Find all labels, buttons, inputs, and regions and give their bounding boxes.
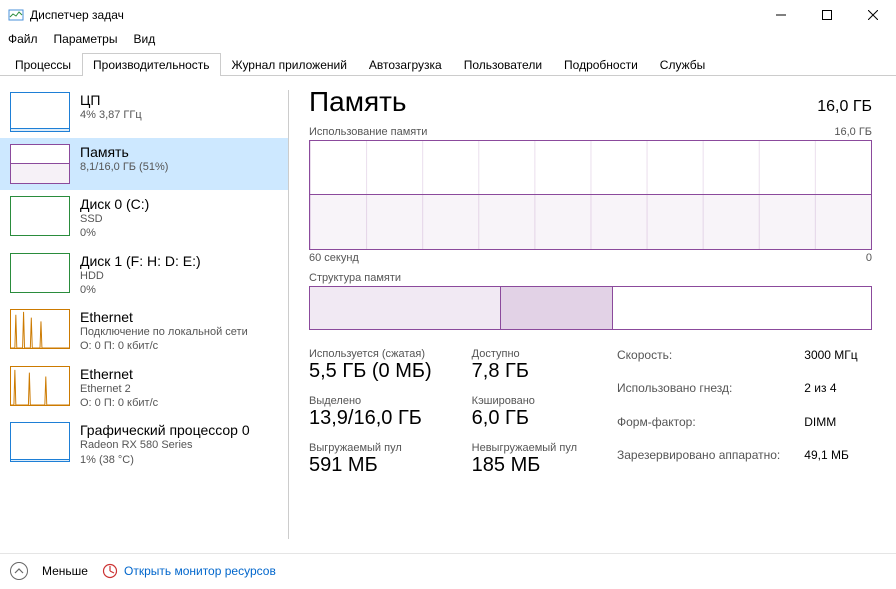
- footer: Меньше Открыть монитор ресурсов: [0, 553, 896, 587]
- sidebar-eth0[interactable]: Ethernet Подключение по локальной сети О…: [0, 303, 288, 360]
- fewer-details-button[interactable]: Меньше: [42, 564, 88, 578]
- hw-val: 49,1 МБ: [804, 448, 857, 477]
- maximize-button[interactable]: [804, 0, 850, 30]
- sidebar-eth1-title: Ethernet: [80, 366, 158, 382]
- tab-processes[interactable]: Процессы: [4, 53, 82, 76]
- sidebar-gpu-title: Графический процессор 0: [80, 422, 250, 438]
- sidebar-gpu-sub1: Radeon RX 580 Series: [80, 438, 250, 452]
- sidebar-disk1-title: Диск 1 (F: H: D: E:): [80, 253, 201, 269]
- inuse-value: 5,5 ГБ (0 МБ): [309, 360, 432, 383]
- sidebar-gpu-sub2: 1% (38 °C): [80, 453, 250, 467]
- slots-val: 2 из 4: [804, 381, 857, 410]
- gpu-thumb-icon: [10, 422, 70, 462]
- cached-label: Кэшировано: [472, 395, 577, 407]
- tab-performance[interactable]: Производительность: [82, 53, 220, 76]
- window-title: Диспетчер задач: [30, 8, 758, 22]
- inuse-label: Используется (сжатая): [309, 348, 432, 360]
- sidebar-cpu-title: ЦП: [80, 92, 142, 108]
- sidebar-eth1-sub2: О: 0 П: 0 кбит/с: [80, 396, 158, 410]
- sidebar-disk1-sub2: 0%: [80, 283, 201, 297]
- paged-value: 591 МБ: [309, 454, 432, 477]
- cpu-thumb-icon: [10, 92, 70, 132]
- sidebar-cpu[interactable]: ЦП 4% 3,87 ГГц: [0, 86, 288, 138]
- speed-key: Скорость:: [617, 348, 780, 377]
- paged-label: Выгружаемый пул: [309, 442, 432, 454]
- sidebar-disk0[interactable]: Диск 0 (C:) SSD 0%: [0, 190, 288, 247]
- menu-options[interactable]: Параметры: [54, 32, 118, 46]
- eth0-thumb-icon: [10, 309, 70, 349]
- tab-startup[interactable]: Автозагрузка: [358, 53, 453, 76]
- memory-thumb-icon: [10, 144, 70, 184]
- detail-pane: Память 16,0 ГБ Использование памяти 16,0…: [289, 76, 896, 553]
- sidebar-disk0-sub2: 0%: [80, 226, 149, 240]
- memory-properties: Скорость: 3000 МГц Использовано гнезд: 2…: [617, 348, 858, 477]
- sidebar-eth0-title: Ethernet: [80, 309, 248, 325]
- disk0-thumb-icon: [10, 196, 70, 236]
- usage-label: Использование памяти: [309, 126, 427, 138]
- sidebar-disk0-title: Диск 0 (C:): [80, 196, 149, 212]
- avail-value: 7,8 ГБ: [472, 360, 577, 383]
- detail-title: Память: [309, 86, 407, 118]
- sidebar-gpu[interactable]: Графический процессор 0 Radeon RX 580 Se…: [0, 416, 288, 473]
- close-button[interactable]: [850, 0, 896, 30]
- sidebar-eth1[interactable]: Ethernet Ethernet 2 О: 0 П: 0 кбит/с: [0, 360, 288, 417]
- sidebar: ЦП 4% 3,87 ГГц Память 8,1/16,0 ГБ (51%) …: [0, 76, 288, 553]
- sidebar-disk1-sub1: HDD: [80, 269, 201, 283]
- committed-label: Выделено: [309, 395, 432, 407]
- sidebar-disk1[interactable]: Диск 1 (F: H: D: E:) HDD 0%: [0, 247, 288, 304]
- app-icon: [8, 7, 24, 23]
- disk1-thumb-icon: [10, 253, 70, 293]
- tab-history[interactable]: Журнал приложений: [221, 53, 358, 76]
- avail-label: Доступно: [472, 348, 577, 360]
- sidebar-eth1-sub1: Ethernet 2: [80, 382, 158, 396]
- sidebar-memory-sub: 8,1/16,0 ГБ (51%): [80, 160, 168, 174]
- memory-usage-graph: [309, 140, 872, 250]
- tab-details[interactable]: Подробности: [553, 53, 649, 76]
- sidebar-memory[interactable]: Память 8,1/16,0 ГБ (51%): [0, 138, 288, 190]
- committed-value: 13,9/16,0 ГБ: [309, 407, 432, 430]
- window-buttons: [758, 0, 896, 30]
- sidebar-disk0-sub1: SSD: [80, 212, 149, 226]
- titlebar: Диспетчер задач: [0, 0, 896, 30]
- detail-capacity: 16,0 ГБ: [817, 98, 872, 116]
- tab-users[interactable]: Пользователи: [453, 53, 553, 76]
- usage-max: 16,0 ГБ: [834, 126, 872, 138]
- form-val: DIMM: [804, 415, 857, 444]
- memory-composition: [309, 286, 872, 330]
- tab-services[interactable]: Службы: [649, 53, 716, 76]
- menu-view[interactable]: Вид: [133, 32, 155, 46]
- nonpaged-label: Невыгружаемый пул: [472, 442, 577, 454]
- comp-modified: [501, 287, 613, 329]
- open-resource-monitor-label: Открыть монитор ресурсов: [124, 564, 276, 578]
- cached-value: 6,0 ГБ: [472, 407, 577, 430]
- composition-label: Структура памяти: [309, 272, 872, 284]
- menubar: Файл Параметры Вид: [0, 30, 896, 48]
- graph-x-right: 0: [866, 252, 872, 264]
- comp-inuse: [310, 287, 501, 329]
- minimize-button[interactable]: [758, 0, 804, 30]
- sidebar-cpu-sub: 4% 3,87 ГГц: [80, 108, 142, 122]
- eth1-thumb-icon: [10, 366, 70, 406]
- nonpaged-value: 185 МБ: [472, 454, 577, 477]
- hw-key: Зарезервировано аппаратно:: [617, 448, 780, 477]
- menu-file[interactable]: Файл: [8, 32, 38, 46]
- form-key: Форм-фактор:: [617, 415, 780, 444]
- sidebar-eth0-sub1: Подключение по локальной сети: [80, 325, 248, 339]
- slots-key: Использовано гнезд:: [617, 381, 780, 410]
- sidebar-eth0-sub2: О: 0 П: 0 кбит/с: [80, 339, 248, 353]
- comp-free: [613, 287, 871, 329]
- tabs: Процессы Производительность Журнал прило…: [0, 52, 896, 76]
- sidebar-memory-title: Память: [80, 144, 168, 160]
- chevron-up-icon[interactable]: [10, 562, 28, 580]
- speed-val: 3000 МГц: [804, 348, 857, 377]
- graph-x-left: 60 секунд: [309, 252, 359, 264]
- open-resource-monitor-link[interactable]: Открыть монитор ресурсов: [102, 563, 276, 579]
